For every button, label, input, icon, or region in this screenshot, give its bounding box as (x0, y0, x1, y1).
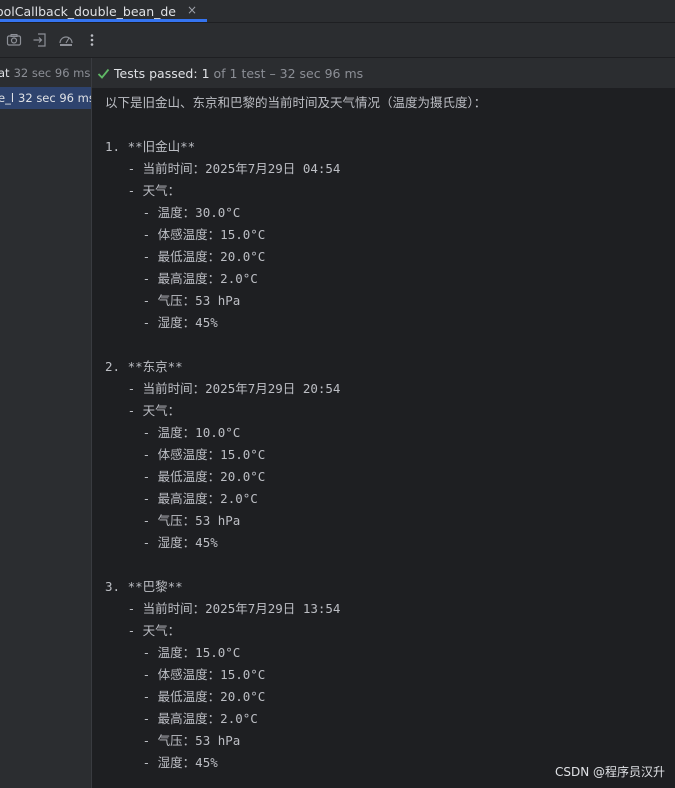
tests-passed-label: Tests passed: (114, 65, 198, 81)
camera-icon[interactable] (6, 32, 22, 48)
test-tree: at 32 sec 96 ms e_l 32 sec 96 ms (0, 58, 92, 788)
console-line: - 天气： (105, 403, 181, 418)
console-line: - 温度：15.0°C (105, 645, 241, 660)
console-line: - 气压：53 hPa (105, 513, 241, 528)
test-name: at (0, 66, 10, 80)
console-line: - 当前时间：2025年7月29日 20:54 (105, 381, 341, 396)
console-line: - 天气： (105, 623, 181, 638)
console-line: - 湿度：45% (105, 755, 218, 770)
test-duration: 32 sec 96 ms (13, 66, 91, 80)
console-line: - 最高温度：2.0°C (105, 271, 258, 286)
console-line: - 最高温度：2.0°C (105, 711, 258, 726)
close-icon[interactable]: × (187, 3, 197, 17)
editor-tab[interactable]: oolCallback_double_bean_de × (0, 0, 207, 22)
console-line: - 温度：10.0°C (105, 425, 241, 440)
console-line: - 最低温度：20.0°C (105, 249, 266, 264)
coverage-icon[interactable] (58, 32, 74, 48)
console-line: 3. **巴黎** (105, 579, 183, 594)
console-line: - 最低温度：20.0°C (105, 689, 266, 704)
console-line: - 体感温度：15.0°C (105, 227, 266, 242)
console-line: - 当前时间：2025年7月29日 13:54 (105, 601, 341, 616)
watermark: CSDN @程序员汉升 (554, 765, 665, 779)
check-icon (97, 68, 110, 79)
console-line: - 气压：53 hPa (105, 733, 241, 748)
test-tree-item-selected[interactable]: e_l 32 sec 96 ms (0, 87, 91, 109)
more-vertical-icon[interactable] (84, 32, 100, 48)
console-line: - 体感温度：15.0°C (105, 447, 266, 462)
test-duration: 32 sec 96 ms (18, 91, 91, 105)
console-line: - 温度：30.0°C (105, 205, 241, 220)
tab-title: oolCallback_double_bean_de (0, 3, 176, 19)
import-icon[interactable] (32, 32, 48, 48)
test-status-bar: Tests passed: 1 of 1 test – 32 sec 96 ms (92, 58, 675, 89)
editor-tab-bar: oolCallback_double_bean_de × (0, 0, 675, 23)
test-tree-item[interactable]: at 32 sec 96 ms (0, 62, 91, 84)
console-line: 2. **东京** (105, 359, 183, 374)
test-name: e_l (0, 91, 15, 105)
console-line: - 当前时间：2025年7月29日 04:54 (105, 161, 341, 176)
console-line: - 最低温度：20.0°C (105, 469, 266, 484)
console-output: 以下是旧金山、东京和巴黎的当前时间及天气情况（温度为摄氏度）： 1. **旧金山… (92, 89, 675, 788)
console-line: 1. **旧金山** (105, 139, 196, 154)
tests-summary: of 1 test – 32 sec 96 ms (213, 65, 364, 81)
console-line: - 天气： (105, 183, 181, 198)
console-line: - 体感温度：15.0°C (105, 667, 266, 682)
console-line: 以下是旧金山、东京和巴黎的当前时间及天气情况（温度为摄氏度）： (105, 95, 487, 110)
run-toolbar (0, 23, 675, 58)
active-tab-indicator (0, 19, 207, 22)
console-line: - 湿度：45% (105, 315, 218, 330)
console-line: - 气压：53 hPa (105, 293, 241, 308)
tests-passed-count: 1 (201, 65, 210, 81)
console-line: - 湿度：45% (105, 535, 218, 550)
console-line: - 最高温度：2.0°C (105, 491, 258, 506)
